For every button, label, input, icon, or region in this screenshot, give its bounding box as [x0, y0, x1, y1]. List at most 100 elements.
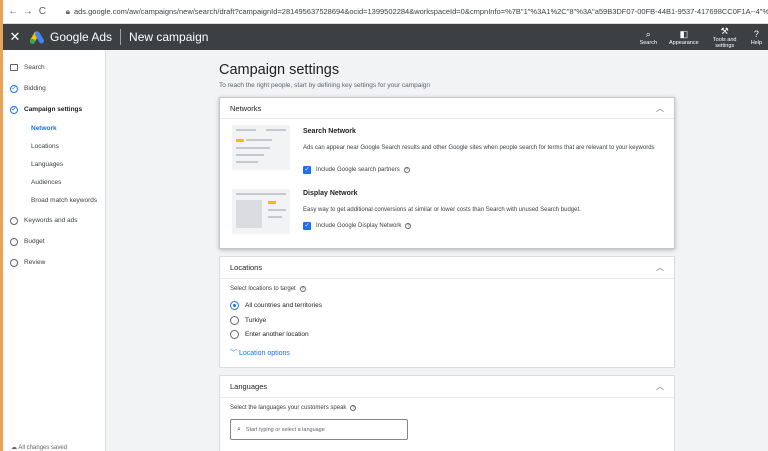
header-help-button[interactable]: ? Help — [745, 24, 768, 50]
locations-label: Select locations to target ? — [230, 286, 306, 292]
networks-card: Networks ︿ Search Network Ads can appear… — [219, 97, 675, 249]
help-icon[interactable]: ? — [299, 286, 306, 292]
search-icon: ⌕ — [237, 425, 241, 433]
app-header: ✕ Google Ads New campaign ⌕ Search ◧ App… — [0, 24, 768, 50]
languages-label-text: Select the languages your customers spea… — [230, 405, 347, 411]
reload-icon[interactable]: C — [37, 6, 48, 17]
location-options-text: Location options — [238, 350, 290, 357]
browser-address-bar: ← → C 🔒︎ ads.google.com/aw/campaigns/new… — [0, 0, 768, 24]
search-network-illustration — [232, 125, 290, 170]
languages-card: Languages ︿ Select the languages your cu… — [219, 375, 675, 451]
page-title: Campaign settings — [219, 62, 340, 78]
sidebar-substep-locations[interactable]: Locations — [3, 138, 105, 156]
display-network-checkbox[interactable]: ✓ — [303, 222, 311, 230]
help-icon[interactable]: ? — [350, 405, 357, 411]
sidebar-substep-languages[interactable]: Languages — [3, 156, 105, 174]
step-label: Keywords and ads — [24, 217, 78, 224]
back-icon[interactable]: ← — [8, 6, 19, 17]
languages-label: Select the languages your customers spea… — [230, 405, 357, 411]
sidebar-step-budget[interactable]: Budget — [3, 231, 105, 252]
search-network-row: Search Network Ads can appear near Googl… — [220, 125, 674, 189]
step-label: Review — [24, 259, 46, 266]
header-search-button[interactable]: ⌕ Search — [634, 24, 663, 50]
close-icon[interactable]: ✕ — [0, 29, 30, 45]
header-tool-label: Search — [639, 39, 658, 46]
header-tools-settings-button[interactable]: ⚒ Tools and settings — [705, 24, 745, 50]
radio-button[interactable] — [230, 316, 239, 325]
chevron-up-icon[interactable]: ︿ — [656, 381, 664, 392]
search-partners-label: Include Google search partners — [316, 167, 400, 173]
languages-heading: Languages — [230, 382, 268, 391]
step-label: Search — [24, 64, 45, 71]
location-option-all[interactable]: All countries and territories — [230, 301, 322, 310]
header-appearance-button[interactable]: ◧ Appearance — [663, 24, 705, 50]
sidebar-substep-broad-match[interactable]: Broad match keywords — [3, 192, 105, 210]
radio-button[interactable] — [230, 301, 239, 310]
chevron-up-icon[interactable]: ︿ — [656, 103, 664, 114]
sidebar-substep-audiences[interactable]: Audiences — [3, 174, 105, 192]
url-field[interactable]: ads.google.com/aw/campaigns/new/search/d… — [74, 7, 768, 16]
chevron-up-icon[interactable]: ︿ — [656, 262, 664, 273]
header-divider — [120, 29, 122, 45]
sidebar-step-campaign-settings[interactable]: ✓ Campaign settings — [3, 99, 105, 120]
step-label: Budget — [24, 238, 45, 245]
check-circle-icon: ✓ — [10, 84, 18, 93]
display-network-label: Include Google Display Network — [316, 223, 402, 229]
header-tool-label: Help — [750, 39, 762, 46]
page-subtitle: To reach the right people, start by defi… — [219, 82, 431, 89]
sidebar-step-review[interactable]: Review — [3, 252, 105, 273]
chevron-down-icon: ﹀ — [230, 350, 237, 357]
saved-status-text: All changes saved — [18, 445, 68, 451]
header-tools: ⌕ Search ◧ Appearance ⚒ Tools and settin… — [634, 24, 768, 50]
left-accent-strip — [0, 0, 3, 451]
sidebar-substep-network[interactable]: Network — [3, 120, 105, 138]
location-option-label: Turkiye — [245, 317, 267, 324]
networks-card-header[interactable]: Networks ︿ — [220, 98, 674, 119]
sidebar-step-search[interactable]: Search — [3, 57, 105, 78]
search-network-description: Ads can appear near Google Search result… — [303, 145, 655, 151]
language-search-placeholder: Start typing or select a language — [245, 426, 325, 433]
wrench-icon: ⚒ — [720, 25, 729, 36]
display-network-title: Display Network — [303, 190, 358, 197]
locations-card-header[interactable]: Locations ︿ — [220, 257, 674, 279]
help-icon[interactable]: ? — [405, 223, 412, 229]
location-option-label: All countries and territories — [245, 302, 322, 309]
search-icon: ⌕ — [645, 28, 651, 39]
locations-heading: Locations — [230, 263, 263, 272]
header-tool-label: Appearance — [669, 39, 699, 46]
help-icon[interactable]: ? — [403, 167, 410, 173]
empty-circle-icon — [10, 258, 18, 267]
sidebar-step-keywords-ads[interactable]: Keywords and ads — [3, 210, 105, 231]
sidebar-step-bidding[interactable]: ✓ Bidding — [3, 78, 105, 99]
display-network-description: Easy way to get additional conversions a… — [303, 207, 581, 213]
locations-card: Locations ︿ Select locations to target ?… — [219, 256, 675, 368]
brand-name: Google Ads — [50, 30, 113, 44]
forward-icon[interactable]: → — [23, 6, 34, 17]
radio-button[interactable] — [230, 330, 239, 339]
display-network-illustration — [232, 189, 290, 234]
google-ads-logo — [29, 30, 45, 45]
empty-circle-icon — [10, 216, 18, 225]
search-network-title: Search Network — [303, 128, 356, 135]
main-content: Campaign settings To reach the right peo… — [106, 50, 768, 451]
networks-heading: Networks — [230, 103, 262, 113]
location-options-link[interactable]: ﹀ Location options — [230, 348, 290, 358]
check-circle-icon: ✓ — [10, 105, 18, 114]
saved-status: ☁︎ All changes saved — [11, 445, 68, 451]
sidebar-stepper: Search ✓ Bidding ✓ Campaign settings Net… — [3, 50, 106, 451]
display-network-checkbox-row[interactable]: ✓ Include Google Display Network ? — [303, 222, 412, 230]
step-label: Bidding — [24, 85, 46, 92]
empty-circle-icon — [10, 237, 18, 246]
header-tool-label: Tools and settings — [712, 36, 737, 49]
page-name: New campaign — [129, 30, 209, 44]
search-partners-checkbox[interactable]: ✓ — [303, 166, 311, 174]
location-option-turkiye[interactable]: Turkiye — [230, 316, 266, 325]
languages-card-header[interactable]: Languages ︿ — [220, 376, 674, 398]
language-search-input[interactable]: ⌕ Start typing or select a language — [230, 419, 408, 440]
help-icon: ? — [753, 28, 759, 39]
lock-icon: 🔒︎ — [65, 6, 70, 16]
location-option-label: Enter another location — [245, 331, 309, 338]
document-icon — [10, 64, 18, 71]
search-partners-checkbox-row[interactable]: ✓ Include Google search partners ? — [303, 166, 410, 174]
location-option-another[interactable]: Enter another location — [230, 330, 309, 339]
